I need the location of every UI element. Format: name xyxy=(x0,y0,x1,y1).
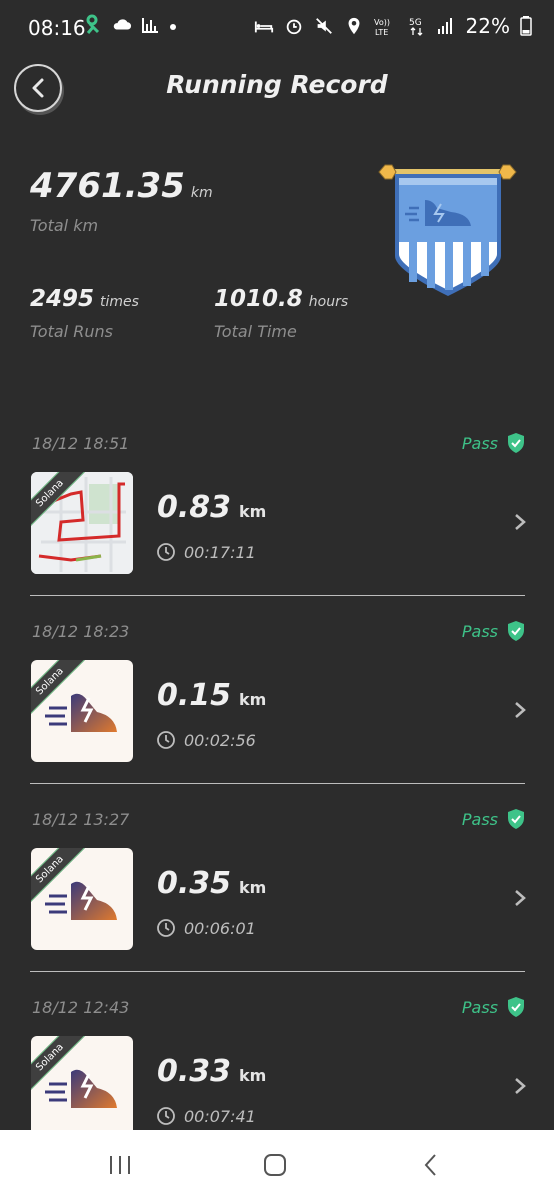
distance-unit: km xyxy=(239,878,267,897)
duration-text: 00:07:41 xyxy=(184,1106,256,1126)
pass-badge: Pass xyxy=(462,996,526,1018)
chevron-right-icon[interactable] xyxy=(514,513,526,531)
svg-text:LTE: LTE xyxy=(375,28,388,37)
pass-badge: Pass xyxy=(462,432,526,454)
duration-text: 00:02:56 xyxy=(184,730,256,750)
total-time-unit: hours xyxy=(308,294,349,310)
home-icon xyxy=(264,1154,286,1176)
total-runs-unit: times xyxy=(100,294,139,310)
total-runs-value: 2495 xyxy=(30,286,95,312)
run-thumbnail: Solana xyxy=(31,1036,133,1138)
pass-badge: Pass xyxy=(462,808,526,830)
total-time-label: Total Time xyxy=(214,322,297,341)
run-record-3[interactable]: 18/12 13:27 Pass Solana 0.35 km 00:06:01 xyxy=(0,784,554,972)
page-title: Running Record xyxy=(166,70,388,99)
pass-text: Pass xyxy=(461,621,498,641)
status-right-icons: Vo)) LTE 5G 22% xyxy=(254,14,532,38)
record-date: 18/12 18:51 xyxy=(32,434,130,453)
distance-value: 0.35 xyxy=(157,866,232,901)
svg-text:Vo)): Vo)) xyxy=(374,18,390,27)
duration-text: 00:17:11 xyxy=(184,542,256,562)
chevron-right-icon[interactable] xyxy=(514,701,526,719)
record-date: 18/12 13:27 xyxy=(32,810,130,829)
total-time-stat: 1010.8 hours Total Time xyxy=(214,286,348,341)
nav-back-button[interactable] xyxy=(416,1150,446,1180)
status-time: 08:16 xyxy=(28,16,86,40)
mute-icon xyxy=(315,18,332,34)
alarm-icon xyxy=(286,19,301,35)
distance-unit: km xyxy=(239,1066,267,1085)
total-km-unit: km xyxy=(190,185,213,201)
total-runs-label: Total Runs xyxy=(30,322,113,341)
total-km-stat: 4761.35 km Total km xyxy=(30,166,213,235)
status-left-icons xyxy=(84,14,178,36)
cloud-icon xyxy=(113,19,132,30)
record-distance: 0.15 km xyxy=(157,678,266,713)
run-thumbnail: Solana xyxy=(31,660,133,762)
home-button[interactable] xyxy=(260,1150,290,1180)
location-icon xyxy=(348,17,360,35)
stats-icon xyxy=(142,18,158,33)
shield-check-icon xyxy=(508,433,524,453)
pass-badge: Pass xyxy=(462,620,526,642)
pass-text: Pass xyxy=(461,433,498,453)
status-bar: 08:16 Vo)) LTE 5G 22% xyxy=(0,0,554,58)
total-runs-stat: 2495 times Total Runs xyxy=(30,286,139,341)
bed-icon xyxy=(254,21,273,33)
distance-value: 0.15 xyxy=(157,678,232,713)
shield-check-icon xyxy=(508,621,524,641)
run-thumbnail: Solana xyxy=(31,848,133,950)
record-distance: 0.83 km xyxy=(157,490,266,525)
shield-check-icon xyxy=(508,809,524,829)
record-distance: 0.33 km xyxy=(157,1054,266,1089)
chevron-right-icon[interactable] xyxy=(514,889,526,907)
back-arrow-icon xyxy=(424,1154,436,1176)
battery-icon xyxy=(520,16,532,36)
clock-icon xyxy=(157,543,175,561)
battery-percent: 22% xyxy=(465,14,510,38)
dot-icon xyxy=(170,24,176,30)
duration-text: 00:06:01 xyxy=(184,918,256,938)
signal-icon xyxy=(437,18,452,34)
distance-unit: km xyxy=(239,502,267,521)
pass-text: Pass xyxy=(461,809,498,829)
run-record-1[interactable]: 18/12 18:51 Pass Solana 0.83 km 00:17:11 xyxy=(0,408,554,596)
distance-value: 0.83 xyxy=(157,490,232,525)
achievement-banner-icon xyxy=(378,164,517,296)
record-distance: 0.35 km xyxy=(157,866,266,901)
total-time-value: 1010.8 xyxy=(214,286,303,312)
record-duration: 00:06:01 xyxy=(156,918,256,938)
app-notification-icon xyxy=(86,14,100,34)
clock-icon xyxy=(157,919,175,937)
clock-icon xyxy=(157,1107,175,1125)
pass-text: Pass xyxy=(461,997,498,1017)
recent-apps-icon xyxy=(110,1156,130,1174)
volte-icon: Vo))LTE xyxy=(374,18,390,37)
chevron-right-icon[interactable] xyxy=(514,1077,526,1095)
record-date: 18/12 18:23 xyxy=(32,622,130,641)
svg-text:5G: 5G xyxy=(409,18,422,28)
shield-check-icon xyxy=(508,997,524,1017)
system-nav-bar xyxy=(0,1130,554,1200)
recent-apps-button[interactable] xyxy=(105,1150,135,1180)
record-date: 18/12 12:43 xyxy=(32,998,130,1017)
total-km-value: 4761.35 xyxy=(30,166,185,206)
clock-icon xyxy=(157,731,175,749)
record-duration: 00:17:11 xyxy=(156,542,256,562)
route-map-thumbnail: Solana xyxy=(31,472,133,574)
record-duration: 00:02:56 xyxy=(156,730,256,750)
5g-icon: 5G xyxy=(409,18,423,36)
distance-unit: km xyxy=(239,690,267,709)
distance-value: 0.33 xyxy=(157,1054,232,1089)
total-km-label: Total km xyxy=(30,216,99,235)
record-duration: 00:07:41 xyxy=(156,1106,256,1126)
run-record-2[interactable]: 18/12 18:23 Pass Solana 0.15 km 00:02:56 xyxy=(0,596,554,784)
